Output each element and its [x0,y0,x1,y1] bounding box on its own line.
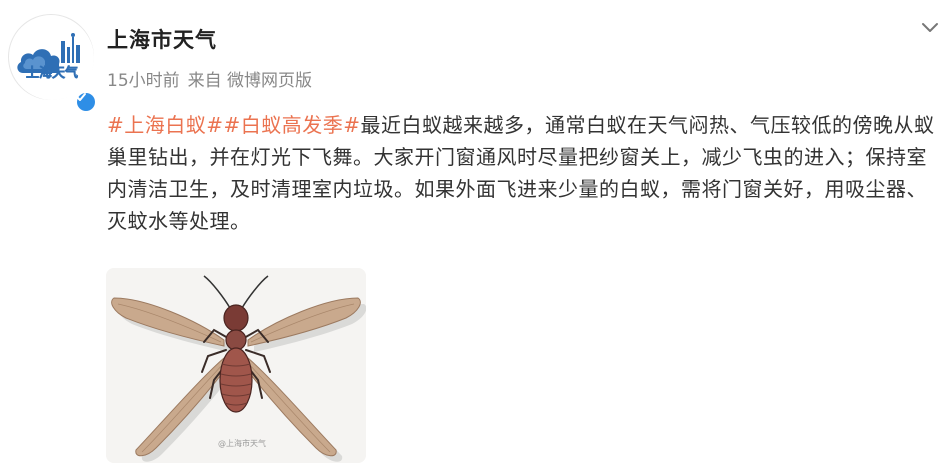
avatar-text: 上海天气 [26,65,78,80]
image-watermark: @上海市天气 [218,439,266,448]
hashtag-link[interactable]: #上海白蚁# [107,113,224,137]
chevron-down-icon[interactable] [918,16,942,40]
termite-illustration [106,268,366,463]
post-time[interactable]: 15小时前 [107,71,180,91]
avatar[interactable]: 上海天气 [8,14,97,113]
hashtag-link[interactable]: #白蚁高发季# [224,113,361,137]
verified-badge-icon [76,93,86,101]
post-text: #上海白蚁##白蚁高发季#最近白蚁越来越多，通常白蚁在天气闷热、气压较低的傍晚从… [107,109,945,237]
account-name[interactable]: 上海市天气 [107,24,217,54]
post-meta: 15小时前 来自 微博网页版 [107,66,320,91]
post-image[interactable]: @上海市天气 [106,268,366,463]
post-source: 来自 微博网页版 [187,71,313,91]
verified-badge [75,91,97,113]
weather-logo-icon: 上海天气 [10,16,94,100]
